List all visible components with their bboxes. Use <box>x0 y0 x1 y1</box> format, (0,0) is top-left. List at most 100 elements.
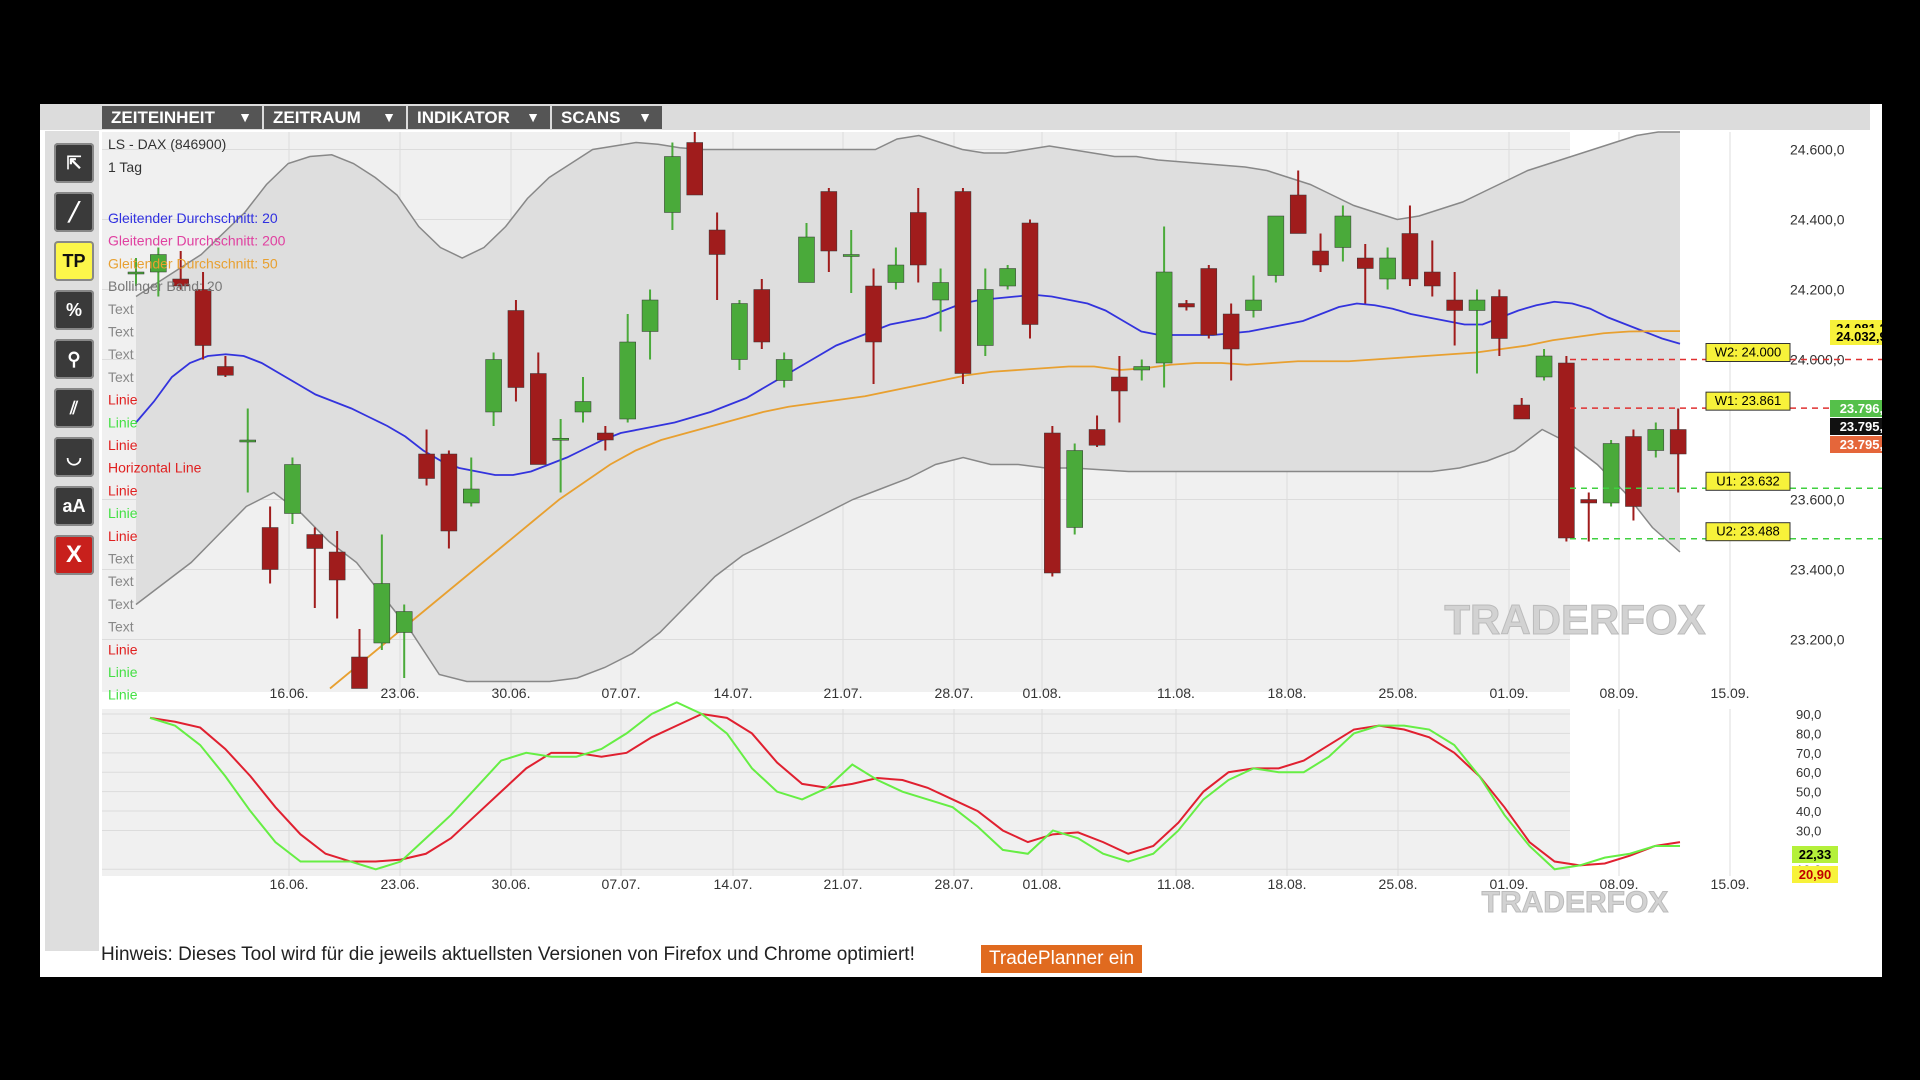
legend-entry: Text <box>108 551 134 567</box>
legend-entry: Gleitender Durchschnitt: 20 <box>108 210 278 226</box>
candle-body <box>1491 296 1508 339</box>
osc-x-tick-label: 28.07. <box>935 876 974 892</box>
candle-body <box>1155 271 1173 364</box>
legend-entry: Text <box>108 573 134 589</box>
candle-body <box>127 271 145 275</box>
legend-entry: Text <box>108 346 134 362</box>
candle-body <box>1647 429 1665 451</box>
legend-entry: Text <box>108 369 134 385</box>
level-tag-label: W1: 23.861 <box>1715 393 1782 408</box>
y-tick-label: 24.600,0 <box>1790 142 1845 158</box>
x-tick-label: 01.08. <box>1023 685 1062 701</box>
tradeplanner-on-button[interactable]: TradePlanner ein <box>981 945 1143 973</box>
curve-icon: ◡ <box>66 446 82 467</box>
curve-tool-button[interactable]: ◡ <box>54 437 94 477</box>
x-tick-label: 25.08. <box>1379 685 1418 701</box>
osc-x-tick-label: 11.08. <box>1157 876 1195 892</box>
text-tool-icon: aA <box>62 495 86 516</box>
candle-body <box>1066 450 1083 528</box>
candle-body <box>239 439 256 443</box>
legend-entry: Gleitender Durchschnitt: 200 <box>108 233 286 249</box>
candle-body <box>418 453 435 479</box>
candle-body <box>664 156 681 213</box>
tradeplanner-tool-button[interactable]: TP <box>54 241 94 281</box>
browser-hint: Hinweis: Dieses Tool wird für die jeweil… <box>101 944 915 965</box>
candle-body <box>999 268 1016 287</box>
osc-x-tick-label: 07.07. <box>602 876 641 892</box>
candle-body <box>932 282 949 301</box>
osc-y-tick-label: 90,0 <box>1796 707 1821 722</box>
candle-body <box>753 289 771 343</box>
osc-tag-label: 22,33 <box>1799 847 1832 862</box>
chevron-down-icon: ▼ <box>638 109 652 125</box>
chart-title: LS - DAX (846900) <box>108 136 226 152</box>
osc-y-tick-label: 60,0 <box>1796 765 1821 780</box>
price-tag-label: 23.795,0 <box>1840 437 1882 452</box>
x-tick-label: 16.06. <box>270 685 309 701</box>
trendline-tool-button[interactable]: ╱ <box>54 192 94 232</box>
chevron-down-icon: ▼ <box>382 109 396 125</box>
osc-y-tick-label: 80,0 <box>1796 726 1821 741</box>
candle-body <box>1178 303 1195 308</box>
legend-entry: Linie <box>108 641 138 657</box>
legend-entry: Bollinger Band: 20 <box>108 278 223 294</box>
candle-body <box>1424 271 1441 287</box>
legend-entry: Text <box>108 619 134 635</box>
chart-canvas[interactable]: 16.06. 23.06. 30.06. 07.07. 14.07. 21.07. 28.0… <box>40 104 1882 977</box>
level-tag-label: W2: 24.000 <box>1715 345 1782 360</box>
candle-body <box>1669 429 1687 455</box>
legend-entry: Horizontal Line <box>108 460 202 476</box>
candle-body <box>1133 366 1150 371</box>
parallel-lines-tool-button[interactable]: ⫽ <box>54 388 94 428</box>
osc-y-tick-label: 30,0 <box>1796 823 1821 838</box>
candle-body <box>1312 250 1329 266</box>
candle-body <box>1357 257 1374 269</box>
select-tool-button[interactable]: ⇱ <box>54 143 94 183</box>
candle-body <box>395 611 413 633</box>
y-tick-label: 23.400,0 <box>1790 562 1845 578</box>
y-tick-label: 24.400,0 <box>1790 212 1845 228</box>
legend-entry: Linie <box>108 528 138 544</box>
level-tag-label: U2: 23.488 <box>1716 524 1780 539</box>
menu-zeitraum[interactable]: ZEITRAUM ▼ <box>264 106 406 129</box>
osc-x-tick-label: 30.06. <box>492 876 531 892</box>
candle-body <box>1446 299 1463 311</box>
osc-tag-label: 20,90 <box>1799 867 1832 882</box>
candle-body <box>373 583 391 644</box>
candle-body <box>641 299 659 332</box>
osc-x-tick-label: 14.07. <box>714 876 753 892</box>
candle-body <box>306 534 324 549</box>
legend-entry: Text <box>108 596 134 612</box>
osc-x-tick-label: 15.09. <box>1711 876 1750 892</box>
candle-body <box>574 401 592 413</box>
candle-body <box>1535 355 1553 378</box>
candle-body <box>865 285 882 343</box>
candle-body <box>1379 257 1396 280</box>
osc-x-tick-label: 16.06. <box>270 876 309 892</box>
percent-tool-button[interactable]: % <box>54 290 94 330</box>
zoom-tool-button[interactable]: ⚲ <box>54 339 94 379</box>
legend-entry: Linie <box>108 437 138 453</box>
x-tick-label: 08.09. <box>1600 685 1639 701</box>
legend-entry: Text <box>108 301 134 317</box>
level-tag-label: U1: 23.632 <box>1716 473 1780 488</box>
legend-entry: Gleitender Durchschnitt: 50 <box>108 255 278 271</box>
candle-body <box>1289 194 1307 234</box>
text-tool-button[interactable]: aA <box>54 486 94 526</box>
x-tick-label: 01.09. <box>1490 685 1529 701</box>
candle-body <box>1200 268 1218 336</box>
x-tick-label: 21.07. <box>824 685 863 701</box>
price-tag-label: 23.796,0 <box>1840 401 1882 416</box>
candle-body <box>731 303 748 360</box>
menu-scans[interactable]: SCANS ▼ <box>552 106 662 129</box>
candle-body <box>351 656 368 689</box>
legend-entry: Linie <box>108 392 138 408</box>
menu-indikator[interactable]: INDIKATOR ▼ <box>408 106 550 129</box>
osc-y-tick-label: 70,0 <box>1796 746 1821 761</box>
menu-zeiteinheit[interactable]: ZEITEINHEIT ▼ <box>102 106 262 129</box>
candle-body <box>1334 215 1352 248</box>
traderfox-watermark: TRADERFOX <box>1444 596 1705 643</box>
delete-tool-button[interactable]: X <box>54 535 94 575</box>
legend-entry: Linie <box>108 687 138 703</box>
x-tick-label: 23.06. <box>381 685 420 701</box>
